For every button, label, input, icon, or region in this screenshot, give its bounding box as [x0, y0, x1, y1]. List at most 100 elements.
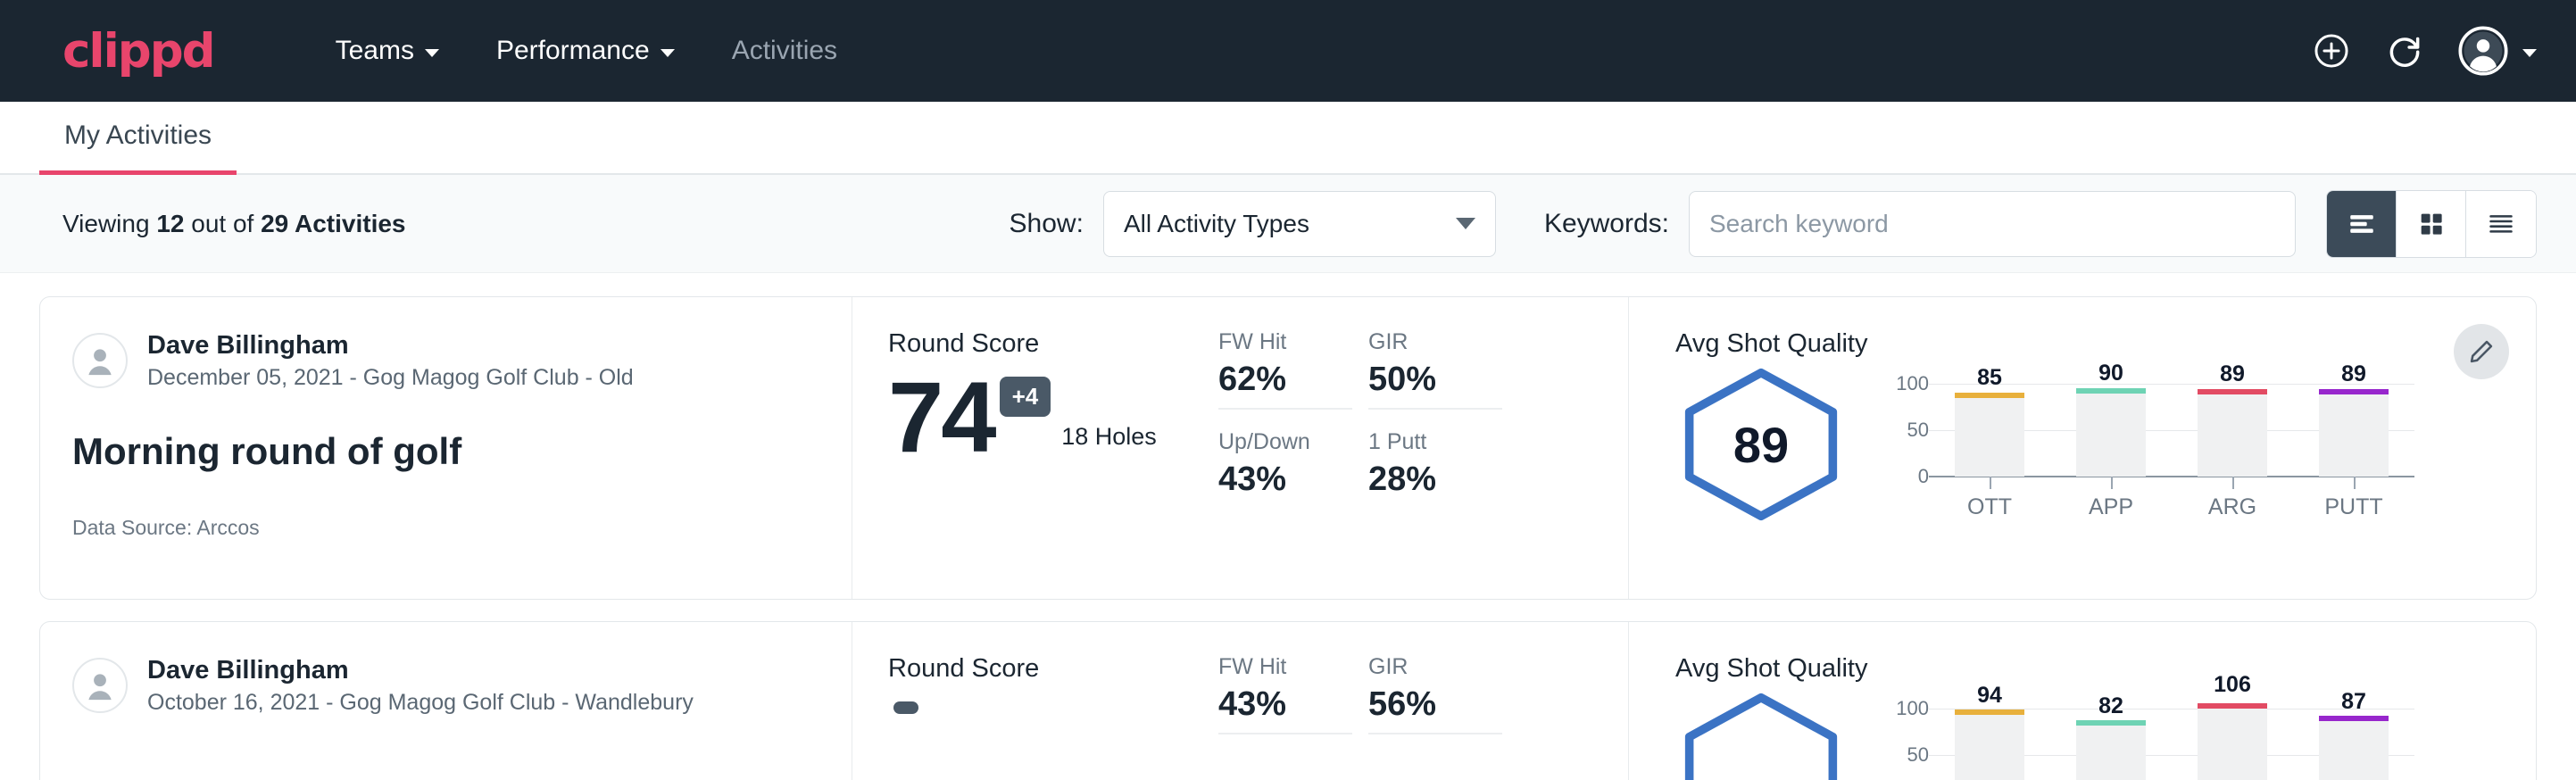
bar-rect	[2198, 394, 2267, 477]
chevron-down-icon	[1456, 218, 1475, 229]
viewing-count: 12	[156, 210, 184, 237]
view-mode-compact-button[interactable]	[2466, 191, 2536, 257]
activity-type-selected-value: All Activity Types	[1124, 210, 1309, 238]
bar-rect	[2319, 394, 2389, 477]
nav-item-label: Activities	[732, 36, 837, 66]
y-tick-100: 100	[1896, 697, 1929, 720]
activity-card[interactable]: Dave Billingham December 05, 2021 - Gog …	[39, 296, 2537, 600]
round-score-value-row	[888, 696, 1209, 714]
top-nav-actions	[2312, 26, 2537, 76]
view-mode-grid-button[interactable]	[2397, 191, 2466, 257]
y-tick-0: 0	[1918, 465, 1929, 488]
holes-label: 18 Holes	[1061, 423, 1157, 451]
nav-item-teams[interactable]: Teams	[307, 36, 468, 66]
chart-y-axis: 100 50 0	[1879, 384, 1929, 477]
activity-type-select[interactable]: All Activity Types	[1103, 191, 1496, 257]
score-delta-badge: +4	[1000, 377, 1051, 417]
refresh-icon[interactable]	[2385, 31, 2424, 71]
nav-item-label: Teams	[336, 36, 414, 66]
bar-cap	[2198, 389, 2267, 394]
x-tick-label: ARG	[2172, 494, 2293, 520]
filter-toolbar: Viewing 12 out of 29 Activities Show: Al…	[0, 175, 2576, 273]
bar-value-label: 94	[1929, 683, 2050, 709]
search-input[interactable]	[1689, 191, 2296, 257]
stat-gir: GIR 50%	[1368, 329, 1502, 410]
avg-shot-quality-column: Avg Shot Quality 100 50 0	[1629, 622, 2536, 780]
bar-cap	[1955, 393, 2024, 398]
brand-logo[interactable]: clippd	[62, 28, 214, 75]
account-avatar-icon	[2458, 26, 2508, 76]
viewing-prefix: Viewing	[62, 210, 156, 237]
bar-cap	[2076, 720, 2146, 726]
chart-bars: 85 90	[1929, 384, 2414, 477]
bar-value-label: 106	[2172, 672, 2293, 698]
activity-card[interactable]: Dave Billingham October 16, 2021 - Gog M…	[39, 621, 2537, 780]
stat-up-down: Up/Down 43%	[1218, 429, 1352, 508]
round-stats-column: FW Hit 43% GIR 56%	[1209, 622, 1629, 780]
stat-fw-hit: FW Hit 62%	[1218, 329, 1352, 410]
bar-value-label: 89	[2172, 361, 2293, 387]
stat-value: 43%	[1218, 685, 1352, 724]
x-tick-label: OTT	[1929, 494, 2050, 520]
stat-value: 43%	[1218, 461, 1352, 499]
activity-date-course: December 05, 2021 - Gog Magog Golf Club …	[147, 363, 634, 393]
x-tick-label: APP	[2050, 494, 2172, 520]
main-nav: Teams Performance Activities	[307, 36, 866, 66]
stat-value: 62%	[1218, 361, 1352, 399]
round-score-label: Round Score	[888, 654, 1209, 684]
stat-key: FW Hit	[1218, 329, 1352, 355]
bar-value-label: 89	[2293, 361, 2414, 387]
stat-gir: GIR 56%	[1368, 654, 1502, 734]
stat-value: 28%	[1368, 461, 1502, 499]
score-delta-badge	[893, 701, 918, 714]
compact-list-view-icon	[2486, 209, 2516, 239]
viewing-middle: out of	[184, 210, 261, 237]
activity-title: Morning round of golf	[72, 430, 830, 473]
grid-view-icon	[2416, 209, 2447, 239]
stat-key: GIR	[1368, 329, 1502, 355]
chart-bar-app: 82	[2050, 709, 2172, 780]
chart-bar-putt: 87	[2293, 709, 2414, 780]
avg-shot-quality-column: Avg Shot Quality 89 100 50 0	[1629, 297, 2536, 599]
bar-rect	[2319, 721, 2389, 780]
round-score-column: Round Score	[852, 622, 1209, 780]
chevron-down-icon	[425, 49, 439, 57]
avatar	[72, 333, 128, 388]
tab-my-activities[interactable]: My Activities	[39, 120, 237, 175]
data-source-label: Data Source: Arccos	[72, 516, 830, 540]
show-label: Show:	[1010, 209, 1084, 239]
round-stats-grid: FW Hit 62% GIR 50% Up/Down 43% 1 Putt 28…	[1218, 329, 1628, 508]
player-name: Dave Billingham	[147, 654, 694, 686]
view-mode-list-button[interactable]	[2327, 191, 2397, 257]
bar-cap	[2198, 703, 2267, 709]
round-score-label: Round Score	[888, 329, 1209, 359]
activity-date-course: October 16, 2021 - Gog Magog Golf Club -…	[147, 688, 694, 718]
keywords-label: Keywords:	[1544, 209, 1669, 239]
avg-shot-quality-body: 89 100 50 0	[1675, 364, 2536, 523]
quality-score-value: 89	[1675, 366, 1847, 523]
results-count: Viewing 12 out of 29 Activities	[62, 210, 406, 238]
bar-rect	[1955, 715, 2024, 780]
round-stats-column: FW Hit 62% GIR 50% Up/Down 43% 1 Putt 28…	[1209, 297, 1629, 599]
bar-rect	[2198, 709, 2267, 780]
edit-activity-button[interactable]	[2454, 324, 2509, 379]
account-menu[interactable]	[2458, 26, 2537, 76]
activity-meta-column: Dave Billingham December 05, 2021 - Gog …	[40, 297, 852, 599]
avg-shot-quality-label: Avg Shot Quality	[1675, 654, 2536, 684]
chart-bar-arg: 89	[2172, 384, 2293, 477]
chart-bar-ott: 94	[1929, 709, 2050, 780]
activity-card-list: Dave Billingham December 05, 2021 - Gog …	[0, 273, 2576, 780]
nav-item-activities[interactable]: Activities	[703, 36, 866, 66]
bar-rect	[1955, 398, 2024, 477]
bar-value-label: 87	[2293, 689, 2414, 715]
chart-bar-putt: 89	[2293, 384, 2414, 477]
round-score-column: Round Score 74 +4 18 Holes	[852, 297, 1209, 599]
stat-one-putt: 1 Putt 28%	[1368, 429, 1502, 508]
stat-value: 56%	[1368, 685, 1502, 724]
y-tick-100: 100	[1896, 372, 1929, 395]
bar-value-label: 90	[2050, 361, 2172, 386]
plus-circle-icon[interactable]	[2312, 31, 2351, 71]
shot-quality-chart: 100 50 0 85	[1879, 364, 2414, 520]
chevron-down-icon	[661, 49, 675, 57]
nav-item-performance[interactable]: Performance	[468, 36, 703, 66]
